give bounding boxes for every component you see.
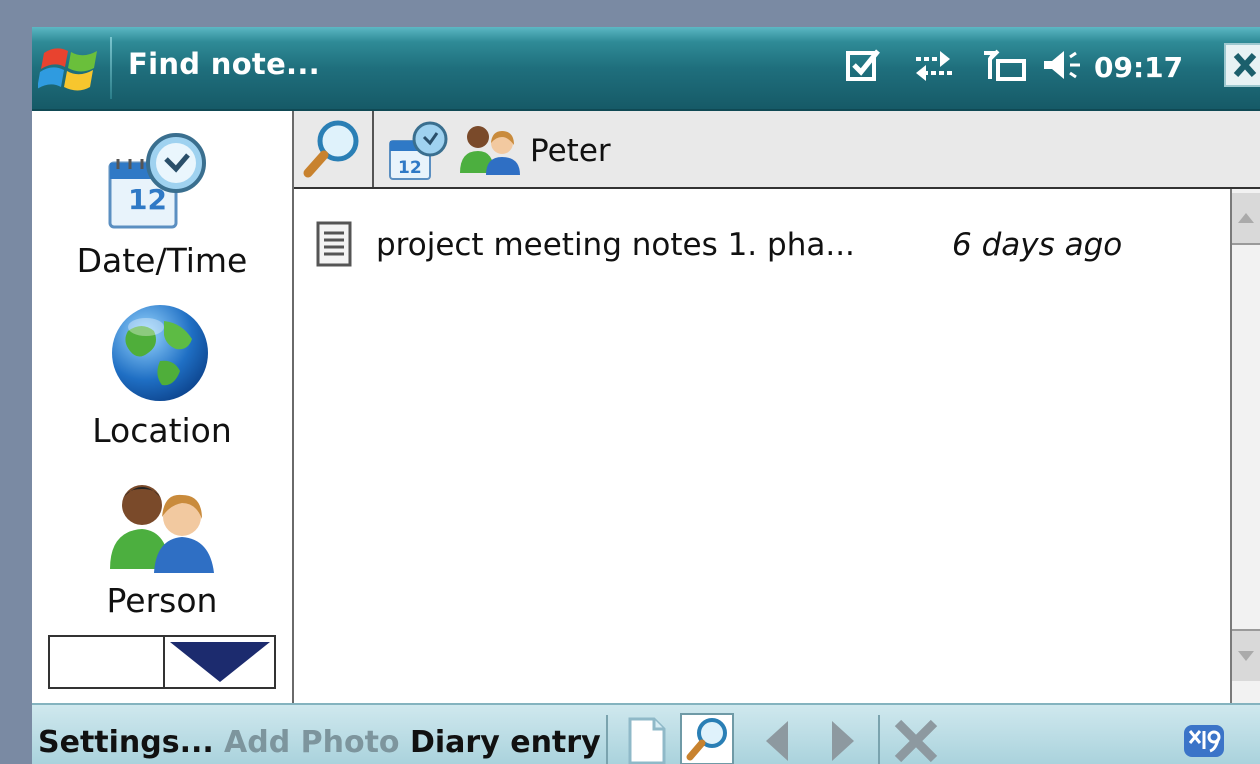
toolbar-separator <box>878 715 880 764</box>
note-title: project meeting notes 1. pha... <box>376 227 855 263</box>
arrow-right-icon <box>832 721 854 761</box>
title-separator <box>110 37 112 99</box>
new-note-button[interactable] <box>620 713 674 764</box>
calendar-clock-icon: 12 <box>106 133 216 237</box>
filter-search-button[interactable] <box>294 111 374 187</box>
category-label: Location <box>92 411 232 450</box>
list-item[interactable]: project meeting notes 1. pha... 6 days a… <box>314 217 1214 273</box>
clock: 09:17 <box>1094 51 1184 84</box>
toolbar-separator <box>606 715 608 764</box>
add-photo-button[interactable]: Add Photo <box>224 725 400 760</box>
people-icon <box>106 477 218 577</box>
people-icon <box>458 123 522 179</box>
category-panel: 12 Date/Time Location Person <box>32 111 294 703</box>
device-screen: Find note... 09:17 12 Date/Time Location… <box>32 27 1260 764</box>
scroll-up-button[interactable] <box>1232 193 1260 245</box>
volume-icon[interactable] <box>1040 45 1088 85</box>
scroll-down-button[interactable] <box>1232 629 1260 681</box>
close-icon <box>1233 52 1257 78</box>
svg-text:12: 12 <box>398 158 422 178</box>
search-icon <box>303 120 359 178</box>
document-icon <box>314 221 354 271</box>
category-label: Date/Time <box>76 241 248 280</box>
triangle-down-icon <box>170 642 270 682</box>
globe-icon <box>108 301 212 409</box>
calendar-clock-icon: 12 <box>386 121 450 185</box>
page-down-button[interactable] <box>168 640 272 684</box>
next-button[interactable] <box>816 713 870 764</box>
pager-divider <box>163 637 165 687</box>
delete-icon <box>894 719 938 763</box>
chevron-down-icon <box>1238 651 1254 661</box>
settings-button[interactable]: Settings... <box>38 725 214 760</box>
window-title: Find note... <box>128 47 321 81</box>
category-pager <box>48 635 276 689</box>
filter-bar: 12 Peter <box>294 111 1260 189</box>
windows-start-icon[interactable] <box>37 39 102 99</box>
new-note-icon <box>628 717 666 764</box>
sync-icon[interactable] <box>910 45 958 85</box>
vertical-scrollbar[interactable] <box>1230 189 1260 703</box>
diary-entry-button[interactable]: Diary entry <box>410 725 601 760</box>
close-button[interactable] <box>1224 43 1260 87</box>
bottom-toolbar: Settings... Add Photo Diary entry <box>32 703 1260 764</box>
arrow-left-icon <box>766 721 788 761</box>
app-logo-icon <box>1182 723 1226 759</box>
search-button[interactable] <box>680 713 734 764</box>
delete-button[interactable] <box>890 713 944 764</box>
signal-icon[interactable] <box>980 45 1030 85</box>
previous-button[interactable] <box>752 713 806 764</box>
checkbox-icon[interactable] <box>844 45 884 85</box>
chevron-up-icon <box>1238 213 1254 223</box>
note-date: 6 days ago <box>952 227 1123 263</box>
results-list: project meeting notes 1. pha... 6 days a… <box>294 189 1230 703</box>
category-label: Person <box>106 581 218 620</box>
title-bar: Find note... 09:17 <box>32 27 1260 111</box>
filter-value: Peter <box>530 133 611 169</box>
search-icon <box>686 718 727 761</box>
